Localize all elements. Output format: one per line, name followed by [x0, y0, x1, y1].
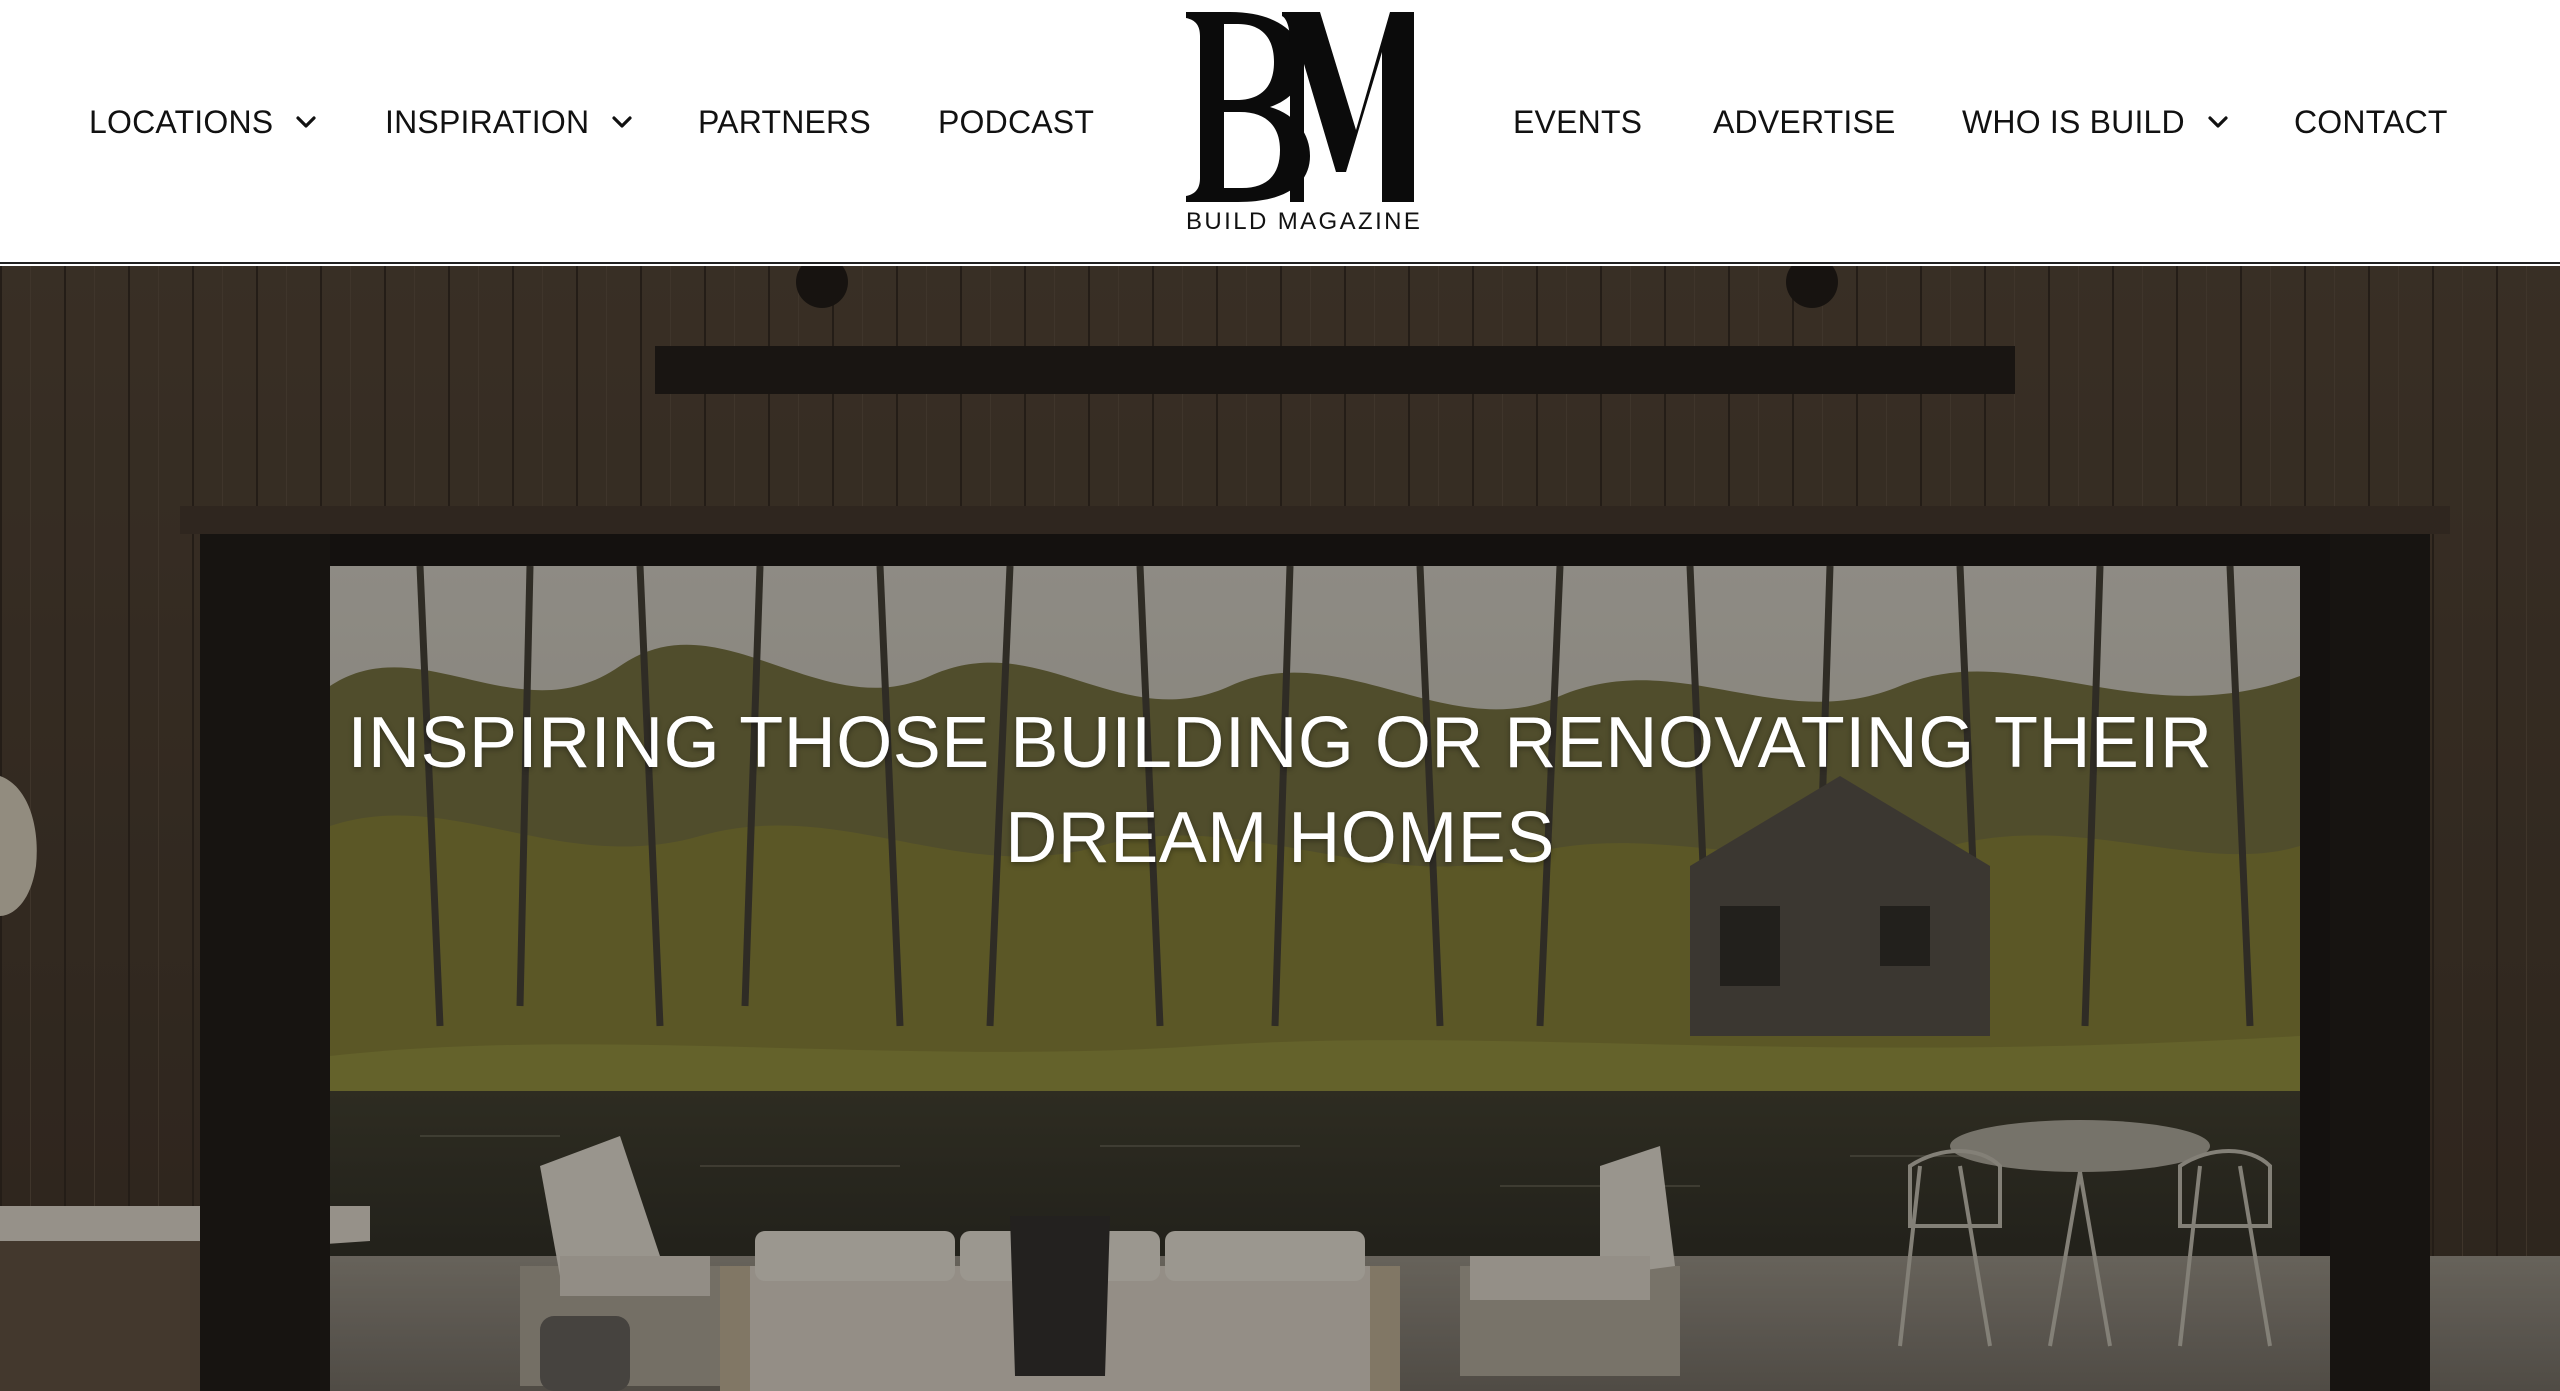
nav-label-inspiration: INSPIRATION — [385, 103, 590, 140]
chevron-down-icon — [611, 111, 633, 133]
logo-wordmark: BUILD MAGAZINE — [1186, 208, 1423, 235]
chevron-down-icon — [2207, 111, 2229, 133]
nav-item-who-is-build[interactable]: WHO IS BUILD — [1962, 100, 2229, 144]
hero-headline: INSPIRING THOSE BUILDING OR RENOVATING T… — [347, 703, 2213, 878]
nav-item-podcast[interactable]: PODCAST — [938, 100, 1094, 144]
nav-item-contact[interactable]: CONTACT — [2294, 100, 2448, 144]
nav-label-locations: LOCATIONS — [89, 103, 274, 140]
nav-item-events[interactable]: EVENTS — [1513, 100, 1642, 144]
nav-label-contact: CONTACT — [2294, 103, 2448, 140]
nav-label-who-is-build: WHO IS BUILD — [1962, 103, 2185, 140]
nav-item-partners[interactable]: PARTNERS — [698, 100, 871, 144]
nav-label-podcast: PODCAST — [938, 103, 1095, 140]
nav-label-advertise: ADVERTISE — [1713, 103, 1896, 140]
site-header: LOCATIONS INSPIRATION PARTNERS PODCAST B… — [0, 0, 2560, 264]
nav-label-partners: PARTNERS — [698, 103, 871, 140]
hero-banner: INSPIRING THOSE BUILDING OR RENOVATING T… — [0, 266, 2560, 1391]
chevron-down-icon — [295, 111, 317, 133]
nav-label-events: EVENTS — [1513, 103, 1643, 140]
site-logo[interactable]: BUILD MAGAZINE — [1186, 12, 1423, 238]
nav-item-advertise[interactable]: ADVERTISE — [1713, 100, 1896, 144]
bm-monogram-logo — [1186, 12, 1414, 202]
nav-item-locations[interactable]: LOCATIONS — [89, 100, 317, 144]
nav-item-inspiration[interactable]: INSPIRATION — [385, 100, 633, 144]
